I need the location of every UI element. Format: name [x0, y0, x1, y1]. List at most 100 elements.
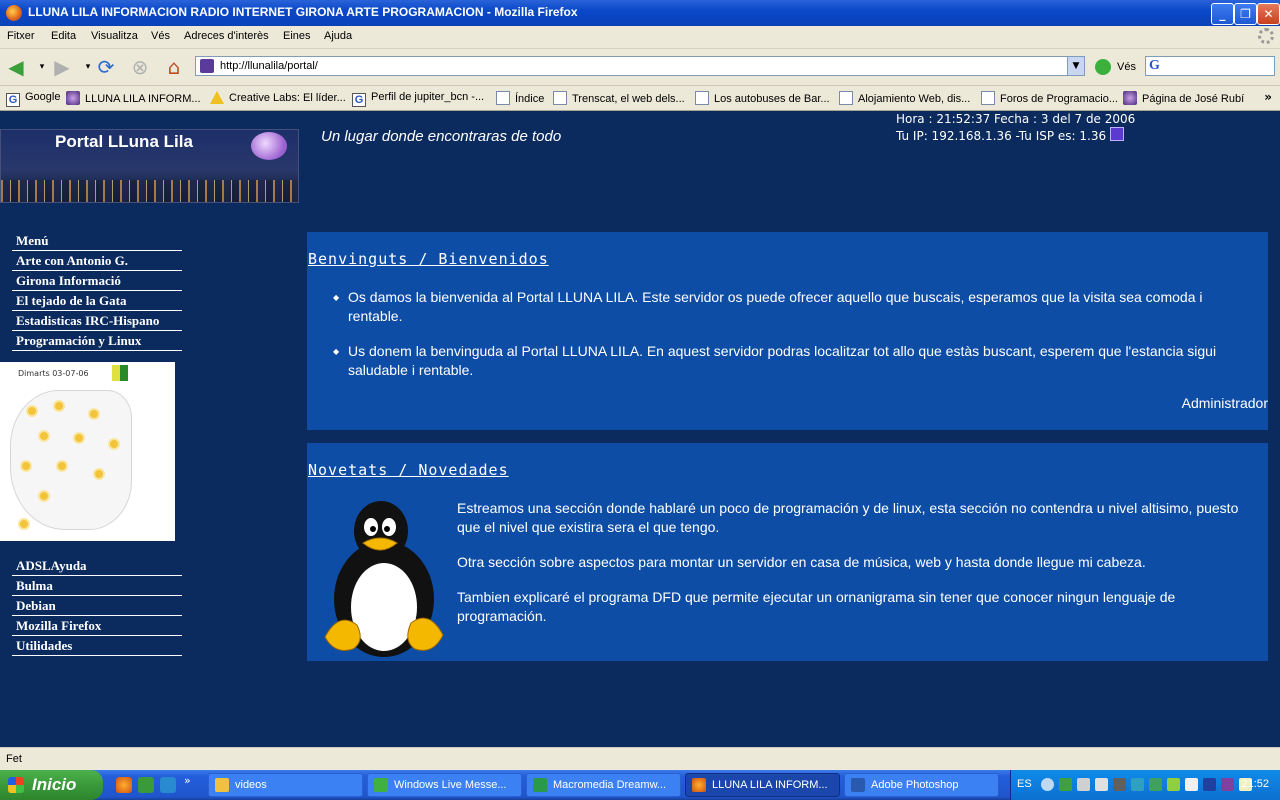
tray-device-icon[interactable]: [1113, 778, 1126, 791]
menu-edit[interactable]: Edita: [51, 30, 76, 42]
sun-icon: [90, 410, 98, 418]
ie-quicklaunch-icon[interactable]: [160, 777, 176, 793]
stats-icon[interactable]: [1110, 127, 1125, 141]
google-icon: G: [6, 93, 20, 107]
windows-flag-icon: [8, 777, 24, 793]
chevron-more-icon[interactable]: »: [184, 774, 200, 790]
go-button[interactable]: Vés: [1117, 61, 1136, 73]
sidebar-item-debian[interactable]: Debian: [12, 597, 182, 616]
tray-sync-icon[interactable]: [1131, 778, 1144, 791]
bookmark-foros[interactable]: Foros de Programacio...: [981, 91, 1118, 105]
page-icon: [496, 91, 510, 105]
sun-icon: [75, 434, 83, 442]
home-icon[interactable]: ⌂: [162, 55, 186, 79]
start-label: Inicio: [32, 775, 77, 794]
sidebar-item-programacion[interactable]: Programación y Linux: [12, 332, 182, 351]
list-item: Us donem la benvinguda al Portal LLUNA L…: [333, 342, 1243, 380]
task-photoshop[interactable]: Adobe Photoshop: [844, 773, 999, 797]
tray-speaker-icon[interactable]: [1077, 778, 1090, 791]
sun-icon: [95, 470, 103, 478]
bookmarks-toolbar: G Google LLUNA LILA INFORM... Creative La…: [0, 86, 1280, 111]
bookmark-lluna-lila[interactable]: LLUNA LILA INFORM...: [66, 91, 201, 105]
messenger-quicklaunch-icon[interactable]: [138, 777, 154, 793]
minimize-button[interactable]: _: [1211, 3, 1234, 25]
sidebar-item-utilidades[interactable]: Utilidades: [12, 637, 182, 656]
bookmark-creative-labs[interactable]: Creative Labs: El líder...: [210, 91, 346, 104]
tray-network-icon[interactable]: [1059, 778, 1072, 791]
sidebar-item-adslayuda[interactable]: ADSLAyuda: [12, 557, 182, 576]
sun-icon: [58, 462, 66, 470]
start-button[interactable]: Inicio: [0, 770, 103, 800]
bookmark-autobuses[interactable]: Los autobuses de Bar...: [695, 91, 830, 105]
bookmark-perfil-jupiter[interactable]: G Perfil de jupiter_bcn -...: [352, 91, 484, 107]
menu-file[interactable]: Fitxer: [7, 30, 35, 42]
window-title-bar[interactable]: LLUNA LILA INFORMACION RADIO INTERNET GI…: [0, 0, 1280, 26]
task-messenger[interactable]: Windows Live Messe...: [367, 773, 522, 797]
stop-icon[interactable]: ⊗: [128, 55, 152, 79]
throbber-icon: [1258, 28, 1274, 44]
tray-user-icon[interactable]: [1095, 778, 1108, 791]
tray-app-icon[interactable]: [1203, 778, 1216, 791]
sun-icon: [28, 407, 36, 415]
language-indicator[interactable]: ES: [1017, 778, 1032, 790]
page-icon: [839, 91, 853, 105]
warning-icon: [210, 91, 224, 104]
news-paragraph: Estreamos una sección donde hablaré un p…: [457, 500, 1239, 535]
sun-icon: [20, 520, 28, 528]
back-arrow-icon[interactable]: ◀: [4, 55, 28, 79]
menu-view[interactable]: Visualitza: [91, 30, 138, 42]
go-icon[interactable]: [1095, 59, 1111, 75]
news-content: Estreamos una sección donde hablaré un p…: [457, 499, 1252, 642]
bookmark-google[interactable]: G Google: [6, 91, 60, 107]
weather-map-image[interactable]: Dimarts 03-07-06: [0, 362, 175, 541]
welcome-panel: Benvinguts / Bienvenidos Os damos la bie…: [307, 232, 1268, 430]
task-dreamweaver[interactable]: Macromedia Dreamw...: [526, 773, 681, 797]
bookmark-alojamiento[interactable]: Alojamiento Web, dis...: [839, 91, 970, 105]
chevron-more-icon[interactable]: »: [1264, 90, 1272, 104]
menu-tools[interactable]: Eines: [283, 30, 311, 42]
weather-date: Dimarts 03-07-06: [18, 369, 89, 378]
lluna-lila-icon: [1123, 91, 1137, 105]
menu-help[interactable]: Ajuda: [324, 30, 352, 42]
search-input[interactable]: G: [1145, 56, 1275, 76]
close-button[interactable]: ✕: [1257, 3, 1280, 25]
firefox-quicklaunch-icon[interactable]: [116, 777, 132, 793]
sidebar-menu-top: Menú Arte con Antonio G. Girona Informac…: [12, 232, 182, 352]
tray-app-icon[interactable]: [1221, 778, 1234, 791]
bookmark-trenscat[interactable]: Trenscat, el web dels...: [553, 91, 685, 105]
google-search-icon[interactable]: G: [1149, 58, 1160, 74]
sidebar-item-estadisticas[interactable]: Estadisticas IRC-Hispano: [12, 312, 182, 331]
news-paragraph: Tambien explicaré el programa DFD que pe…: [457, 589, 1176, 624]
maximize-button[interactable]: ❐: [1234, 3, 1257, 25]
tray-wifi-icon[interactable]: [1167, 778, 1180, 791]
sidebar-item-girona[interactable]: Girona Informació: [12, 272, 182, 291]
tray-mail-icon[interactable]: [1185, 778, 1198, 791]
url-dropdown-icon[interactable]: ▼: [1067, 57, 1084, 75]
task-videos[interactable]: videos: [208, 773, 363, 797]
sidebar-menu-bottom: ADSLAyuda Bulma Debian Mozilla Firefox U…: [12, 557, 182, 657]
url-text[interactable]: http://llunalila/portal/: [220, 60, 318, 72]
sidebar-item-arte[interactable]: Arte con Antonio G.: [12, 252, 182, 271]
reload-icon[interactable]: ⟳: [94, 55, 118, 79]
task-firefox[interactable]: LLUNA LILA INFORM...: [685, 773, 840, 797]
sidebar-item-tejado[interactable]: El tejado de la Gata: [12, 292, 182, 311]
google-icon: G: [352, 93, 366, 107]
tray-arrow-icon[interactable]: [1041, 778, 1054, 791]
dreamweaver-icon: [533, 778, 547, 792]
bookmark-indice[interactable]: Índice: [496, 91, 544, 105]
sidebar-item-bulma[interactable]: Bulma: [12, 577, 182, 596]
clock[interactable]: 21:52: [1241, 778, 1269, 790]
moon-icon: [251, 132, 287, 160]
forward-arrow-icon[interactable]: ▶: [50, 55, 74, 79]
site-banner[interactable]: Portal LLuna Lila: [0, 129, 299, 203]
banner-title: Portal LLuna Lila: [55, 132, 193, 151]
menu-bookmarks[interactable]: Adreces d'interès: [184, 30, 269, 42]
sun-icon: [40, 492, 48, 500]
sidebar-item-menu[interactable]: Menú: [12, 232, 182, 251]
system-tray: ES 21:52: [1010, 770, 1280, 800]
tray-messenger-icon[interactable]: [1149, 778, 1162, 791]
bookmark-jose-rubi[interactable]: Página de José Rubí: [1123, 91, 1244, 105]
menu-go[interactable]: Vés: [151, 30, 170, 42]
sidebar-item-firefox[interactable]: Mozilla Firefox: [12, 617, 182, 636]
address-bar[interactable]: http://llunalila/portal/ ▼: [195, 56, 1085, 76]
